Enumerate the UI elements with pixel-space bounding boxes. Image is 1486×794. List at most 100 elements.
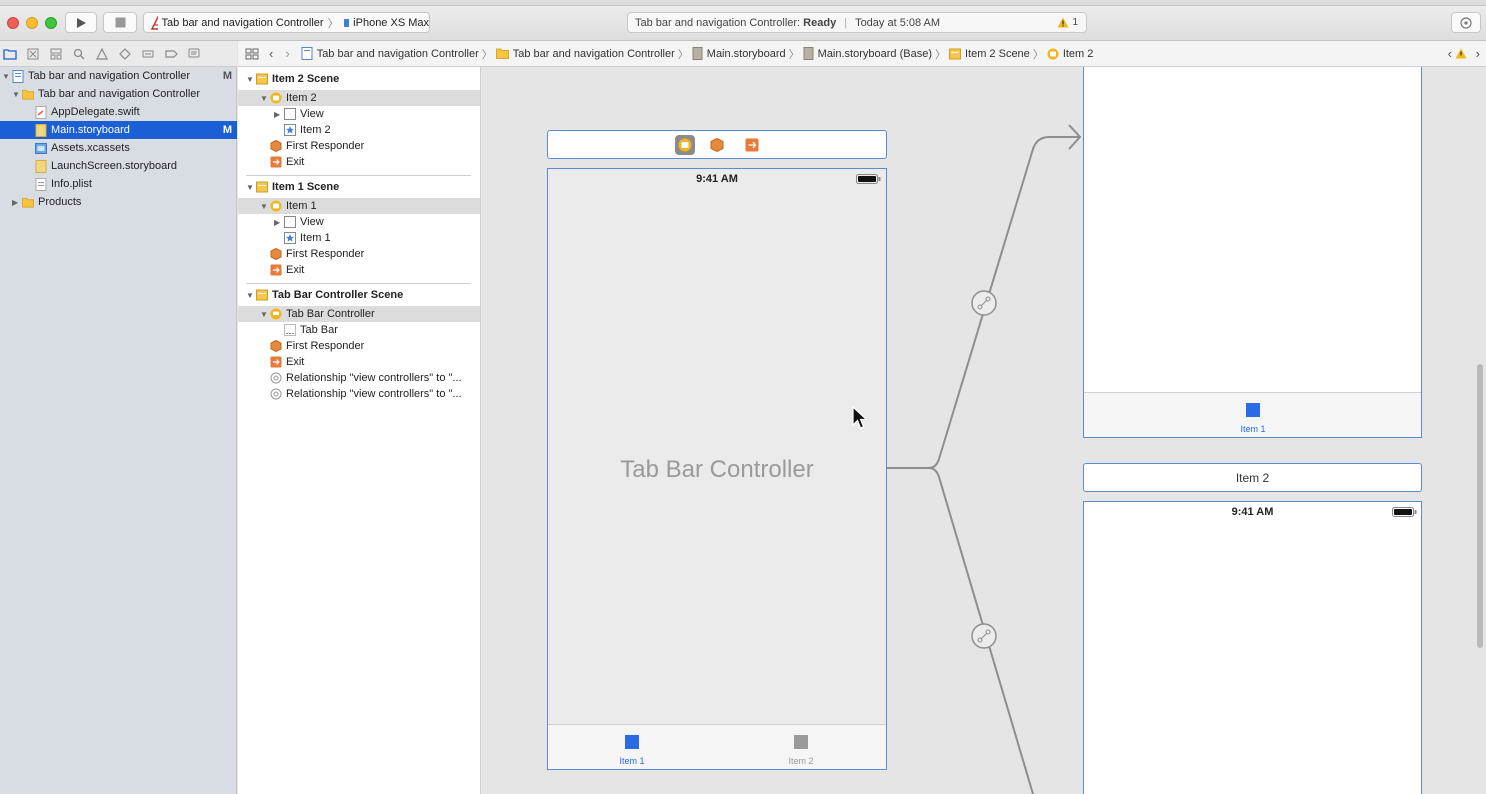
minimize-window-button[interactable] bbox=[26, 17, 38, 29]
breadcrumb-group[interactable]: Tab bar and navigation Controller bbox=[513, 48, 675, 60]
item-1-scene[interactable]: Item 1 bbox=[1083, 67, 1422, 438]
exit-row[interactable]: Exit bbox=[238, 262, 480, 278]
group-row[interactable]: ▼ Tab bar and navigation Controller bbox=[0, 85, 237, 103]
disclosure-open-icon[interactable]: ▼ bbox=[246, 291, 256, 300]
find-navigator-tab[interactable] bbox=[71, 46, 87, 62]
tab-bar-icon bbox=[284, 324, 296, 336]
vertical-scrollbar[interactable] bbox=[1475, 67, 1486, 794]
view-row[interactable]: ▶ View bbox=[238, 106, 480, 122]
breadcrumb-item[interactable]: Item 2 bbox=[1063, 48, 1094, 60]
relationship-row[interactable]: Relationship "view controllers" to "... bbox=[238, 370, 480, 386]
project-navigator-tab[interactable] bbox=[2, 46, 18, 62]
tab-item-2-label[interactable]: Item 2 bbox=[761, 756, 841, 766]
tab-item-1-label[interactable]: Item 1 bbox=[592, 756, 672, 766]
relationship-label: Relationship "view controllers" to "... bbox=[286, 372, 462, 384]
disclosure-open-icon[interactable]: ▼ bbox=[260, 94, 270, 103]
scrollbar-thumb[interactable] bbox=[1477, 364, 1483, 648]
disclosure-open-icon[interactable]: ▼ bbox=[260, 202, 270, 211]
breadcrumb-project[interactable]: Tab bar and navigation Controller bbox=[317, 48, 479, 60]
test-navigator-tab[interactable] bbox=[117, 46, 133, 62]
inspector-toggle-button[interactable] bbox=[1451, 12, 1481, 33]
storyboard-file-icon bbox=[803, 47, 814, 60]
source-control-tab[interactable] bbox=[25, 46, 41, 62]
first-responder-label: First Responder bbox=[286, 340, 365, 352]
zoom-window-button[interactable] bbox=[45, 17, 57, 29]
tab-bar-item-row[interactable]: Item 1 bbox=[238, 230, 480, 246]
disclosure-open-icon[interactable]: ▼ bbox=[246, 75, 256, 84]
relationship-row[interactable]: Relationship "view controllers" to "... bbox=[238, 386, 480, 402]
symbol-navigator-tab[interactable] bbox=[48, 46, 64, 62]
report-navigator-tab[interactable] bbox=[186, 46, 202, 62]
warning-indicator[interactable]: 1 bbox=[1057, 17, 1078, 28]
tab-bar-controller-icon bbox=[270, 308, 282, 320]
project-file-icon bbox=[12, 69, 24, 83]
back-arrow-icon[interactable]: ‹ bbox=[269, 46, 273, 61]
tab-bar-controller-dock-button[interactable] bbox=[675, 135, 695, 155]
disclosure-closed-icon[interactable]: ▶ bbox=[274, 110, 284, 119]
tab-item-2-icon[interactable] bbox=[794, 735, 808, 749]
view-controller-row[interactable]: ▼ Item 2 bbox=[238, 90, 480, 106]
related-items-icon[interactable] bbox=[245, 48, 259, 60]
tab-item-1-label[interactable]: Item 1 bbox=[1213, 424, 1293, 434]
item-2-scene[interactable]: 9:41 AM bbox=[1083, 501, 1422, 794]
disclosure-open-icon[interactable]: ▼ bbox=[246, 183, 256, 192]
disclosure-open-icon[interactable]: ▼ bbox=[260, 310, 270, 319]
products-row[interactable]: ▶ Products bbox=[0, 193, 237, 211]
scheme-selector[interactable]: Tab bar and navigation Controller 〉 iPho… bbox=[143, 12, 430, 33]
stop-button[interactable] bbox=[103, 12, 137, 33]
tab-bar-row[interactable]: Tab Bar bbox=[238, 322, 480, 338]
storyboard-canvas[interactable]: 9:41 AM Tab Bar Controller Item 1 Item 2… bbox=[481, 67, 1486, 794]
warning-icon[interactable] bbox=[1455, 48, 1467, 59]
tab-item-1-icon[interactable] bbox=[1246, 403, 1260, 417]
scene-title: Tab Bar Controller Scene bbox=[272, 289, 404, 301]
forward-arrow-icon[interactable]: › bbox=[285, 46, 289, 61]
exit-label: Exit bbox=[286, 356, 305, 368]
view-row[interactable]: ▶ View bbox=[238, 214, 480, 230]
scene-row[interactable]: ▼ Item 1 Scene bbox=[238, 179, 480, 195]
breadcrumb-localization[interactable]: Main.storyboard (Base) bbox=[818, 48, 932, 60]
exit-label: Exit bbox=[286, 156, 305, 168]
tab-bar-controller-scene[interactable]: 9:41 AM Tab Bar Controller Item 1 Item 2 bbox=[547, 168, 887, 770]
view-icon bbox=[284, 108, 296, 120]
first-responder-row[interactable]: First Responder bbox=[238, 138, 480, 154]
issue-navigator-tab[interactable] bbox=[94, 46, 110, 62]
view-controller-row[interactable]: ▼ Item 1 bbox=[238, 198, 480, 214]
item-2-scene-title-bar[interactable]: Item 2 bbox=[1083, 463, 1422, 492]
breadcrumb-file[interactable]: Main.storyboard bbox=[707, 48, 786, 60]
scene-placeholder-title: Tab Bar Controller bbox=[620, 456, 814, 483]
project-row[interactable]: ▼ Tab bar and navigation Controller M bbox=[0, 67, 237, 85]
warning-icon bbox=[1057, 17, 1069, 28]
debug-navigator-tab[interactable] bbox=[140, 46, 156, 62]
run-button[interactable] bbox=[65, 12, 97, 33]
file-row[interactable]: LaunchScreen.storyboard bbox=[0, 157, 237, 175]
disclosure-closed-icon[interactable]: ▶ bbox=[274, 218, 284, 227]
disclosure-closed-icon[interactable]: ▶ bbox=[12, 198, 22, 207]
view-label: View bbox=[300, 216, 324, 228]
first-responder-row[interactable]: First Responder bbox=[238, 246, 480, 262]
file-row-selected[interactable]: Main.storyboard M bbox=[0, 121, 237, 139]
file-row[interactable]: AppDelegate.swift bbox=[0, 103, 237, 121]
breakpoint-navigator-tab[interactable] bbox=[163, 46, 179, 62]
exit-row[interactable]: Exit bbox=[238, 154, 480, 170]
scene-row[interactable]: ▼ Tab Bar Controller Scene bbox=[238, 287, 480, 303]
tab-bar-label: Tab Bar bbox=[300, 324, 338, 336]
tab-bar-controller-row[interactable]: ▼ Tab Bar Controller bbox=[238, 306, 480, 322]
close-window-button[interactable] bbox=[7, 17, 19, 29]
breadcrumb-scene[interactable]: Item 2 Scene bbox=[965, 48, 1030, 60]
disclosure-open-icon[interactable]: ▼ bbox=[12, 90, 22, 99]
exit-dock-button[interactable] bbox=[745, 138, 759, 155]
file-row[interactable]: Assets.xcassets bbox=[0, 139, 237, 157]
first-responder-row[interactable]: First Responder bbox=[238, 338, 480, 354]
exit-row[interactable]: Exit bbox=[238, 354, 480, 370]
relationship-segue-icon[interactable] bbox=[971, 623, 997, 649]
disclosure-open-icon[interactable]: ▼ bbox=[2, 72, 12, 81]
scene-row[interactable]: ▼ Item 2 Scene bbox=[238, 71, 480, 87]
next-issue-icon[interactable]: › bbox=[1476, 46, 1480, 61]
file-row[interactable]: Info.plist bbox=[0, 175, 237, 193]
scene-dock bbox=[547, 130, 887, 159]
tab-bar-item-row[interactable]: Item 2 bbox=[238, 122, 480, 138]
first-responder-dock-button[interactable] bbox=[710, 137, 724, 155]
tab-item-1-icon[interactable] bbox=[625, 735, 639, 749]
previous-issue-icon[interactable]: ‹ bbox=[1448, 46, 1452, 61]
relationship-segue-icon[interactable] bbox=[971, 290, 997, 316]
